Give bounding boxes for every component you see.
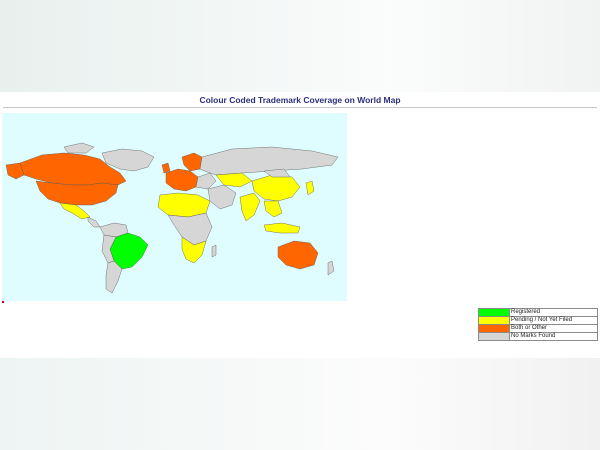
map-region-japan[interactable] [305, 180, 315, 196]
map-region-eastern-europe[interactable] [195, 172, 217, 190]
map-region-central-africa[interactable] [167, 212, 213, 246]
map-region-uk[interactable] [161, 162, 171, 174]
map-region-mexico[interactable] [59, 202, 91, 220]
legend-label-pending: Pending / Not Yet Filed [509, 316, 598, 325]
legend-row-both: Both or Other [478, 324, 598, 333]
legend-row-registered: Registered [478, 308, 598, 317]
map-region-middle-east[interactable] [207, 184, 237, 210]
legend-swatch-none [478, 332, 510, 341]
content-panel: Colour Coded Trademark Coverage on World… [0, 92, 600, 358]
background-bottom [0, 358, 600, 450]
map-region-north-africa[interactable] [157, 192, 211, 218]
legend-swatch-registered [478, 308, 510, 317]
map-region-australia[interactable] [277, 240, 319, 270]
map-region-scandinavia[interactable] [181, 152, 203, 172]
map-region-arctic-islands[interactable] [63, 142, 95, 154]
world-map-svg [5, 142, 339, 294]
legend-label-registered: Registered [509, 308, 598, 317]
background-top [0, 0, 600, 92]
map-region-indonesia[interactable] [263, 222, 301, 234]
map-region-new-zealand[interactable] [327, 260, 335, 276]
legend-row-pending: Pending / Not Yet Filed [478, 316, 598, 325]
legend-table: Registered Pending / Not Yet Filed Both … [478, 308, 598, 341]
map-region-central-america[interactable] [87, 216, 101, 228]
map-region-western-europe[interactable] [165, 168, 199, 192]
map-region-madagascar[interactable] [211, 244, 217, 258]
legend-label-none: No Marks Found [509, 332, 598, 341]
map-region-india[interactable] [239, 192, 261, 222]
map-marker-dot [2, 301, 4, 303]
legend-swatch-both [478, 324, 510, 333]
world-map[interactable] [2, 113, 347, 301]
legend-label-both: Both or Other [509, 324, 598, 333]
legend-swatch-pending [478, 316, 510, 325]
legend-row-none: No Marks Found [478, 332, 598, 341]
map-region-central-asia[interactable] [215, 172, 253, 188]
page-title: Colour Coded Trademark Coverage on World… [199, 95, 401, 105]
map-region-southeast-asia[interactable] [263, 200, 283, 218]
map-region-china[interactable] [251, 174, 301, 202]
title-divider [3, 107, 597, 108]
